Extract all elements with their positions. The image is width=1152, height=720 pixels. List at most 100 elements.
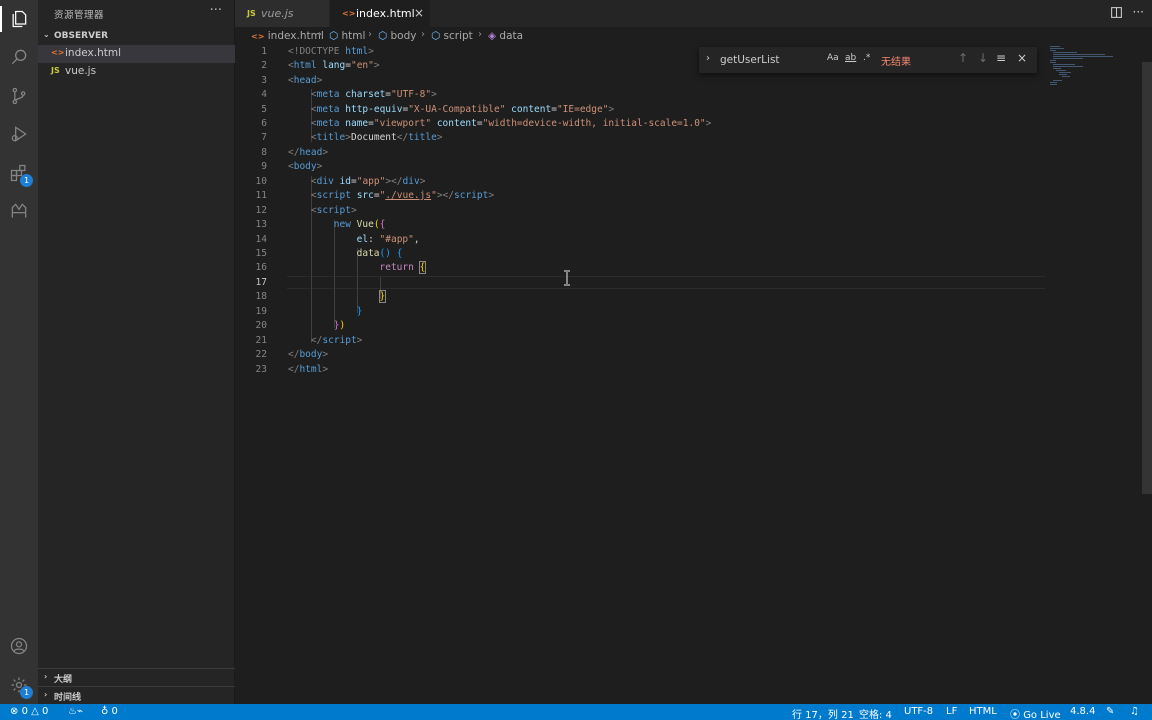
line-number: 1 bbox=[261, 46, 267, 57]
next-match-icon[interactable]: ↓ bbox=[978, 51, 988, 65]
more-actions-icon[interactable]: ··· bbox=[1133, 6, 1144, 23]
match-case-icon[interactable]: Aa bbox=[827, 53, 839, 63]
tab-vue-js[interactable]: JS vue.js bbox=[235, 0, 329, 27]
chevron-down-icon: ⌄ bbox=[43, 30, 50, 39]
outline-label: 大纲 bbox=[54, 675, 73, 685]
breadcrumb-data[interactable]: ◈ data bbox=[488, 30, 523, 42]
extensions-badge: 1 bbox=[20, 174, 33, 187]
src-link[interactable]: ./vue.js bbox=[385, 190, 431, 201]
code-line: new Vue({ bbox=[333, 219, 386, 230]
status-bar: ⊗ 0 △ 0 ♨⌁ ♁ 0 行 17，列 21 空格: 4 UTF-8 LF … bbox=[0, 704, 1152, 720]
line-number: 5 bbox=[261, 104, 267, 115]
line-number: 22 bbox=[255, 349, 267, 360]
chevron-right-icon: › bbox=[368, 29, 372, 40]
editor-tab-bar: JS vue.js <> index.html × ··· bbox=[235, 0, 1152, 27]
chevron-right-icon: › bbox=[318, 29, 322, 40]
indentation[interactable]: 空格: 4 bbox=[859, 706, 892, 720]
file-name: index.html bbox=[65, 47, 121, 59]
timeline-label: 时间线 bbox=[54, 693, 82, 703]
whole-word-icon[interactable]: ab bbox=[845, 53, 856, 63]
end-of-line[interactable]: LF bbox=[946, 706, 957, 717]
more-actions-icon[interactable]: ··· bbox=[210, 3, 222, 18]
notifications-icon[interactable]: ♫ bbox=[1130, 706, 1139, 717]
line-number: 23 bbox=[255, 364, 267, 375]
line-number: 2 bbox=[261, 60, 267, 71]
activity-bar: 1 1 bbox=[0, 0, 38, 704]
close-icon[interactable]: × bbox=[414, 6, 424, 20]
account-icon[interactable] bbox=[7, 634, 31, 658]
code-editor[interactable]: 1 2 3 4 5 6 7 8 9 10 11 12 13 14 15 16 1… bbox=[235, 45, 1152, 704]
code-line: <script> bbox=[310, 205, 357, 216]
line-number: 3 bbox=[261, 75, 267, 86]
breadcrumb: <> index.html › ⬡ html › ⬡ body › ⬡ scri… bbox=[235, 27, 1152, 45]
breadcrumb-file[interactable]: <> index.html bbox=[251, 30, 324, 42]
html-file-icon: <> bbox=[342, 9, 356, 18]
file-item-vue-js[interactable]: JS vue.js bbox=[38, 63, 235, 81]
ports-indicator[interactable]: ♁ 0 bbox=[101, 706, 118, 717]
feedback-icon[interactable]: ✎ bbox=[1106, 706, 1114, 717]
chevron-right-icon: › bbox=[44, 690, 48, 699]
js-file-icon: JS bbox=[247, 9, 256, 18]
timeline-section[interactable]: › 时间线 bbox=[38, 686, 235, 704]
go-live-button[interactable]: ⦿ Go Live bbox=[1010, 706, 1061, 720]
find-in-selection-icon[interactable]: ≡ bbox=[996, 51, 1006, 65]
current-line-highlight bbox=[287, 276, 1045, 289]
line-number: 18 bbox=[255, 291, 267, 302]
search-icon[interactable] bbox=[7, 45, 31, 69]
split-editor-icon[interactable] bbox=[1110, 6, 1123, 23]
sidebar-title: 资源管理器 bbox=[54, 10, 105, 21]
problems-indicator[interactable]: ⊗ 0 △ 0 bbox=[10, 706, 48, 717]
version-indicator[interactable]: 4.8.4 bbox=[1070, 706, 1095, 717]
toggle-replace-chevron-icon[interactable]: › bbox=[706, 53, 710, 64]
line-number: 4 bbox=[261, 89, 267, 100]
settings-badge: 1 bbox=[20, 686, 33, 699]
vertical-scrollbar[interactable] bbox=[1142, 62, 1152, 494]
active-indicator bbox=[0, 6, 2, 32]
extensions-icon[interactable]: 1 bbox=[7, 161, 33, 187]
code-line: <script src="./vue.js"></script> bbox=[310, 190, 495, 201]
code-line: <meta charset="UTF-8"> bbox=[310, 89, 437, 100]
settings-gear-icon[interactable]: 1 bbox=[7, 673, 33, 699]
line-number: 6 bbox=[261, 118, 267, 129]
code-line: <title>Document</title> bbox=[310, 132, 443, 143]
breadcrumb-html[interactable]: ⬡ html bbox=[329, 30, 365, 42]
close-icon[interactable]: × bbox=[1017, 51, 1027, 65]
line-number: 12 bbox=[255, 205, 267, 216]
code-line: <html lang="en"> bbox=[288, 60, 380, 71]
code-line: } bbox=[356, 306, 363, 317]
breadcrumb-body[interactable]: ⬡ body bbox=[378, 30, 416, 42]
source-control-icon[interactable] bbox=[7, 84, 31, 108]
line-number: 7 bbox=[261, 132, 267, 143]
tab-label: vue.js bbox=[261, 7, 294, 20]
code-line: <head> bbox=[288, 75, 323, 86]
previous-match-icon[interactable]: ↑ bbox=[958, 51, 968, 65]
code-line: <div id="app"></div> bbox=[310, 176, 426, 187]
file-item-index-html[interactable]: <> index.html bbox=[38, 45, 235, 63]
code-line: } bbox=[378, 290, 387, 303]
minimap[interactable] bbox=[1045, 45, 1141, 105]
code-line: </body> bbox=[288, 349, 329, 360]
line-number: 10 bbox=[255, 176, 267, 187]
run-debug-icon[interactable] bbox=[7, 122, 31, 146]
language-mode[interactable]: HTML bbox=[969, 706, 997, 717]
live-share-icon[interactable]: ♨⌁ bbox=[68, 706, 83, 717]
explorer-icon[interactable] bbox=[7, 7, 31, 31]
tab-label: index.html bbox=[356, 7, 415, 20]
cursor-position[interactable]: 行 17，列 21 bbox=[792, 706, 854, 720]
tab-index-html[interactable]: <> index.html × bbox=[330, 0, 430, 27]
line-number: 15 bbox=[255, 248, 267, 259]
code-line: data() { bbox=[356, 248, 403, 259]
js-file-icon: JS bbox=[51, 66, 60, 75]
line-number: 17 bbox=[255, 277, 267, 288]
regex-icon[interactable]: .* bbox=[863, 53, 870, 63]
folder-name: OBSERVER bbox=[54, 31, 109, 41]
outline-section[interactable]: › 大纲 bbox=[38, 668, 235, 686]
line-number: 14 bbox=[255, 234, 267, 245]
line-number: 19 bbox=[255, 306, 267, 317]
remote-explorer-icon[interactable] bbox=[7, 199, 31, 223]
breadcrumb-script[interactable]: ⬡ script bbox=[431, 30, 473, 42]
code-line: return { bbox=[379, 261, 427, 274]
folder-section-header[interactable]: ⌄ OBSERVER bbox=[38, 30, 234, 44]
code-line: </head> bbox=[288, 147, 329, 158]
encoding[interactable]: UTF-8 bbox=[904, 706, 933, 717]
